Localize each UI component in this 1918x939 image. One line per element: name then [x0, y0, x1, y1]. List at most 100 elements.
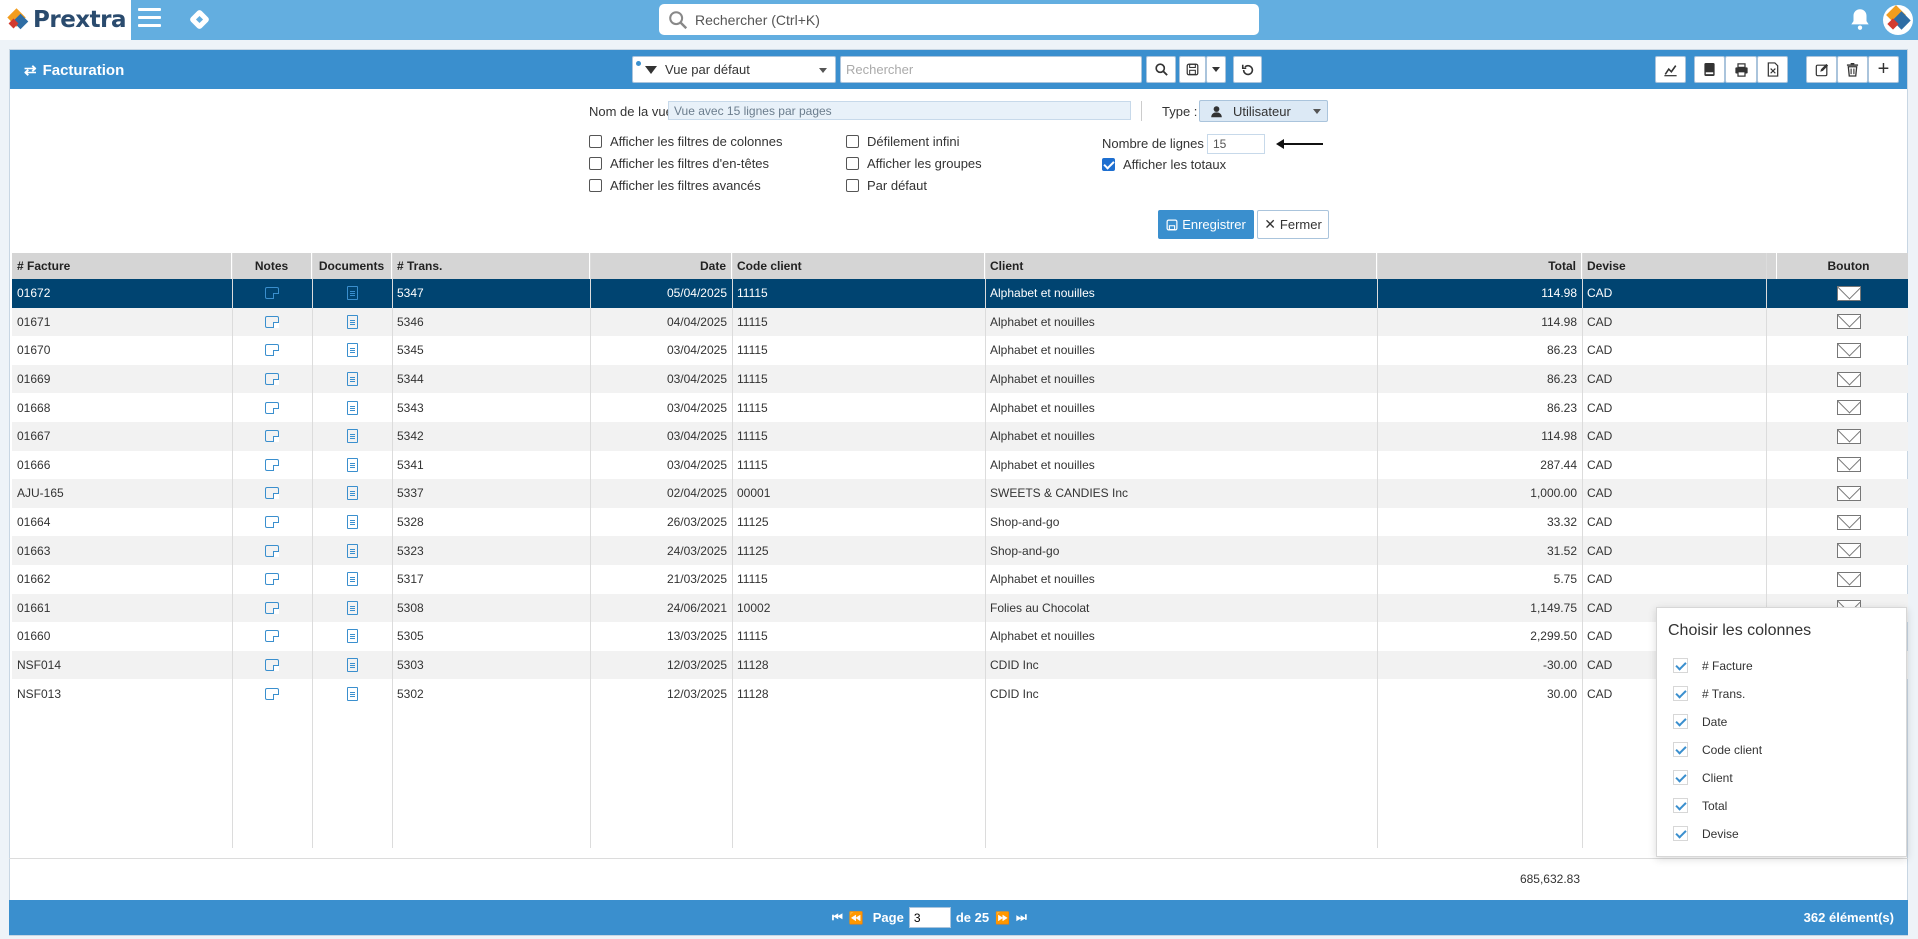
view-name-input[interactable]: [668, 101, 1131, 120]
email-icon[interactable]: [1836, 428, 1861, 444]
notification-bell-icon[interactable]: [1847, 6, 1873, 32]
column-header-trans[interactable]: # Trans.: [392, 253, 590, 279]
column-option-date[interactable]: Date: [1673, 714, 1727, 729]
cell-button[interactable]: [1777, 536, 1918, 565]
app-logo[interactable]: Prextra: [0, 0, 131, 40]
menu-icon[interactable]: [138, 8, 161, 30]
table-row[interactable]: 01668 5343 03/04/2025 11115 Alphabet et noui…: [12, 393, 1908, 422]
email-icon[interactable]: [1836, 514, 1861, 530]
type-select[interactable]: Utilisateur: [1199, 100, 1328, 122]
column-header-client[interactable]: Client: [985, 253, 1377, 279]
email-icon[interactable]: [1836, 543, 1861, 559]
cell-button[interactable]: [1777, 279, 1918, 308]
column-header-currency[interactable]: Devise: [1582, 253, 1777, 279]
note-icon[interactable]: [265, 287, 279, 300]
cell-notes[interactable]: [232, 594, 312, 623]
table-row[interactable]: 01666 5341 03/04/2025 11115 Alphabet et noui…: [12, 451, 1908, 480]
cell-button[interactable]: [1777, 393, 1918, 422]
table-row[interactable]: AJU-165 5337 02/04/2025 00001 SWEETS & CANDI…: [12, 479, 1908, 508]
print-button[interactable]: [1725, 56, 1757, 83]
cell-notes[interactable]: [232, 565, 312, 594]
email-icon[interactable]: [1836, 285, 1861, 301]
document-icon[interactable]: [346, 314, 358, 329]
checkbox-checked[interactable]: [1102, 158, 1115, 171]
cell-documents[interactable]: [312, 451, 392, 480]
cell-documents[interactable]: [312, 336, 392, 365]
cell-notes[interactable]: [232, 622, 312, 651]
email-icon[interactable]: [1836, 400, 1861, 416]
column-header-documents[interactable]: Documents: [312, 253, 392, 279]
option-infinite-scroll[interactable]: Défilement infini: [846, 134, 960, 149]
note-icon[interactable]: [265, 401, 279, 414]
view-select[interactable]: Vue par défaut: [632, 56, 836, 83]
note-icon[interactable]: [265, 315, 279, 328]
cell-button[interactable]: [1777, 565, 1918, 594]
cell-button[interactable]: [1777, 508, 1918, 537]
document-icon[interactable]: [346, 429, 358, 444]
table-row[interactable]: 01672 5347 05/04/2025 11115 Alphabet et noui…: [12, 279, 1908, 308]
document-icon[interactable]: [346, 515, 358, 530]
note-icon[interactable]: [265, 516, 279, 529]
email-icon[interactable]: [1836, 457, 1861, 473]
note-icon[interactable]: [265, 573, 279, 586]
note-icon[interactable]: [265, 687, 279, 700]
note-icon[interactable]: [265, 659, 279, 672]
note-icon[interactable]: [265, 430, 279, 443]
option-advanced-filters[interactable]: Afficher les filtres avancés: [589, 178, 761, 193]
search-button[interactable]: [1146, 56, 1176, 83]
rows-count-input[interactable]: [1207, 134, 1265, 154]
note-icon[interactable]: [265, 630, 279, 643]
table-row[interactable]: 01660 5305 13/03/2025 11115 Alphabet et noui…: [12, 622, 1908, 651]
cell-notes[interactable]: [232, 679, 312, 708]
column-option-client[interactable]: Client: [1673, 770, 1733, 785]
cell-documents[interactable]: [312, 308, 392, 337]
option-header-filters[interactable]: Afficher les filtres d'en-têtes: [589, 156, 769, 171]
cell-notes[interactable]: [232, 279, 312, 308]
note-icon[interactable]: [265, 544, 279, 557]
next-page-icon[interactable]: ⏩: [995, 911, 1010, 925]
checkbox[interactable]: [589, 179, 602, 192]
reset-button[interactable]: [1233, 56, 1262, 83]
table-row[interactable]: NSF014 5303 12/03/2025 11128 CDID Inc -30.00 C…: [12, 650, 1908, 680]
option-column-filters[interactable]: Afficher les filtres de colonnes: [589, 134, 782, 149]
close-button[interactable]: ✕ Fermer: [1257, 210, 1329, 239]
table-row[interactable]: 01670 5345 03/04/2025 11115 Alphabet et noui…: [12, 336, 1908, 365]
cell-button[interactable]: [1777, 479, 1918, 508]
document-icon[interactable]: [346, 286, 358, 301]
column-option-invoice[interactable]: # Facture: [1673, 658, 1753, 673]
email-icon[interactable]: [1836, 342, 1861, 358]
column-header-notes[interactable]: Notes: [232, 253, 312, 279]
table-row[interactable]: 01667 5342 03/04/2025 11115 Alphabet et noui…: [12, 422, 1908, 451]
last-page-icon[interactable]: ⏭: [1016, 910, 1027, 925]
book-button[interactable]: [1694, 56, 1725, 83]
cell-documents[interactable]: [312, 565, 392, 594]
column-header-date[interactable]: Date: [590, 253, 732, 279]
checkbox[interactable]: [589, 135, 602, 148]
document-icon[interactable]: [346, 343, 358, 358]
cell-documents[interactable]: [312, 536, 392, 565]
cell-documents[interactable]: [312, 594, 392, 623]
note-icon[interactable]: [265, 487, 279, 500]
document-icon[interactable]: [346, 572, 358, 587]
column-header-client-code[interactable]: Code client: [732, 253, 985, 279]
document-icon[interactable]: [346, 457, 358, 472]
cell-notes[interactable]: [232, 508, 312, 537]
cell-button[interactable]: [1777, 365, 1918, 394]
document-icon[interactable]: [346, 486, 358, 501]
document-icon[interactable]: [346, 686, 358, 701]
cell-documents[interactable]: [312, 365, 392, 394]
save-view-button[interactable]: [1179, 56, 1206, 83]
column-option-total[interactable]: Total: [1673, 798, 1727, 813]
document-icon[interactable]: [346, 543, 358, 558]
grid-search-input[interactable]: [840, 56, 1142, 83]
email-icon[interactable]: [1836, 371, 1861, 387]
option-default[interactable]: Par défaut: [846, 178, 927, 193]
note-icon[interactable]: [265, 458, 279, 471]
cell-documents[interactable]: [312, 393, 392, 422]
checkmark-icon[interactable]: [1673, 798, 1688, 813]
navigation-icon[interactable]: [188, 8, 212, 32]
cell-button[interactable]: [1777, 308, 1918, 337]
cell-documents[interactable]: [312, 508, 392, 537]
checkmark-icon[interactable]: [1673, 770, 1688, 785]
option-show-groups[interactable]: Afficher les groupes: [846, 156, 982, 171]
